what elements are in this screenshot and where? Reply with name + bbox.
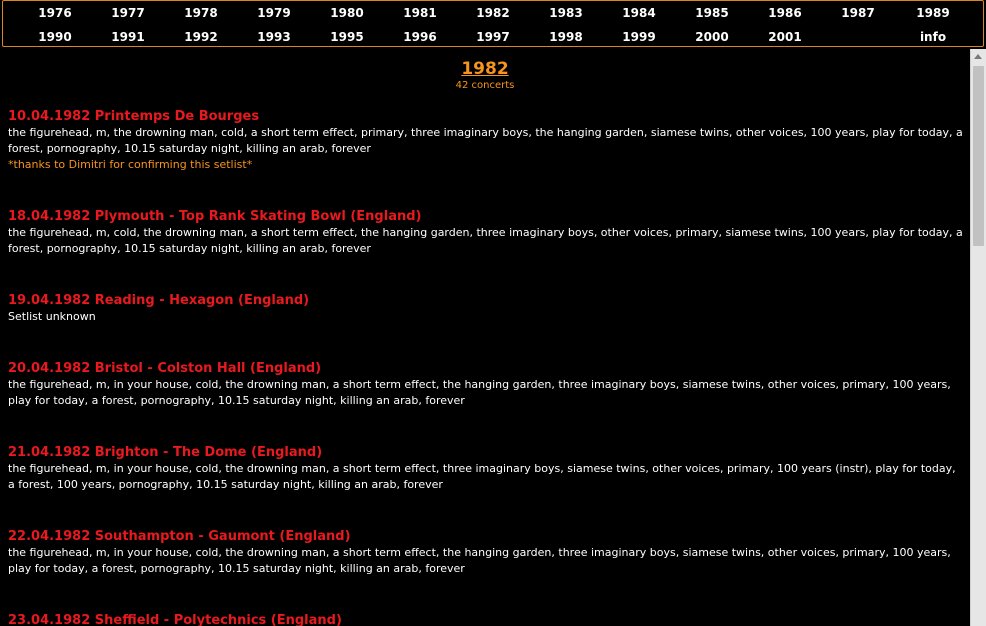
year-nav-row-2: 1990 1991 1992 1993 1995 1996 1997 1998 … [3, 27, 983, 47]
setlist-text: the figurehead, m, in your house, cold, … [8, 462, 956, 491]
concert-entry: 10.04.1982 Printemps De Bourges the figu… [8, 109, 963, 173]
setlist-text: the figurehead, m, in your house, cold, … [8, 378, 951, 407]
concert-entry: 21.04.1982 Brighton - The Dome (England)… [8, 445, 963, 493]
nav-link-1992[interactable]: 1992 [171, 27, 231, 47]
concert-title: 19.04.1982 Reading - Hexagon (England) [8, 293, 310, 308]
nav-link-info[interactable]: info [903, 27, 963, 47]
setlist-text: Setlist unknown [8, 310, 96, 323]
concert-title: 22.04.1982 Southampton - Gaumont (Englan… [8, 529, 351, 544]
nav-link-1987[interactable]: 1987 [828, 3, 888, 23]
setlist-text: the figurehead, m, cold, the drowning ma… [8, 226, 963, 255]
setlist-text: the figurehead, m, the drowning man, col… [8, 126, 963, 155]
nav-link-1986[interactable]: 1986 [755, 3, 815, 23]
nav-link-2001[interactable]: 2001 [755, 27, 815, 47]
scrollbar-thumb[interactable] [973, 66, 984, 246]
year-nav: 1976 1977 1978 1979 1980 1981 1982 1983 … [2, 0, 984, 47]
concert-title: 23.04.1982 Sheffield - Polytechnics (Eng… [8, 613, 342, 626]
scroll-up-arrow-icon[interactable] [974, 54, 982, 59]
nav-link-1978[interactable]: 1978 [171, 3, 231, 23]
setlist-note: *thanks to Dimitri for confirming this s… [8, 158, 253, 171]
concert-list-pane[interactable]: 1982 42 concerts 10.04.1982 Printemps De… [0, 52, 970, 626]
nav-link-1997[interactable]: 1997 [463, 27, 523, 47]
nav-link-1999[interactable]: 1999 [609, 27, 669, 47]
nav-link-1984[interactable]: 1984 [609, 3, 669, 23]
nav-link-1996[interactable]: 1996 [390, 27, 450, 47]
nav-link-1990[interactable]: 1990 [25, 27, 85, 47]
concert-entry: 18.04.1982 Plymouth - Top Rank Skating B… [8, 209, 963, 257]
concert-entry: 19.04.1982 Reading - Hexagon (England) S… [8, 293, 963, 325]
nav-link-1980[interactable]: 1980 [317, 3, 377, 23]
nav-link-1991[interactable]: 1991 [98, 27, 158, 47]
nav-link-1989[interactable]: 1989 [903, 3, 963, 23]
concert-entry: 22.04.1982 Southampton - Gaumont (Englan… [8, 529, 963, 577]
concert-title: 20.04.1982 Bristol - Colston Hall (Engla… [8, 361, 322, 376]
year-heading[interactable]: 1982 [0, 59, 970, 79]
nav-link-2000[interactable]: 2000 [682, 27, 742, 47]
nav-link-1979[interactable]: 1979 [244, 3, 304, 23]
concert-entry: 23.04.1982 Sheffield - Polytechnics (Eng… [8, 613, 963, 626]
nav-link-1977[interactable]: 1977 [98, 3, 158, 23]
nav-link-1998[interactable]: 1998 [536, 27, 596, 47]
nav-link-1976[interactable]: 1976 [25, 3, 85, 23]
nav-link-1985[interactable]: 1985 [682, 3, 742, 23]
concert-count: 42 concerts [455, 80, 515, 91]
concert-title: 10.04.1982 Printemps De Bourges [8, 109, 260, 124]
concert-title: 21.04.1982 Brighton - The Dome (England) [8, 445, 323, 460]
nav-link-1981[interactable]: 1981 [390, 3, 450, 23]
nav-link-1982[interactable]: 1982 [463, 3, 523, 23]
concert-title: 18.04.1982 Plymouth - Top Rank Skating B… [8, 209, 422, 224]
nav-link-1995[interactable]: 1995 [317, 27, 377, 47]
vertical-scrollbar[interactable] [970, 49, 986, 626]
concert-entry: 20.04.1982 Bristol - Colston Hall (Engla… [8, 361, 963, 409]
year-nav-row-1: 1976 1977 1978 1979 1980 1981 1982 1983 … [3, 3, 983, 23]
nav-link-1993[interactable]: 1993 [244, 27, 304, 47]
setlist-text: the figurehead, m, in your house, cold, … [8, 546, 951, 575]
nav-link-1983[interactable]: 1983 [536, 3, 596, 23]
